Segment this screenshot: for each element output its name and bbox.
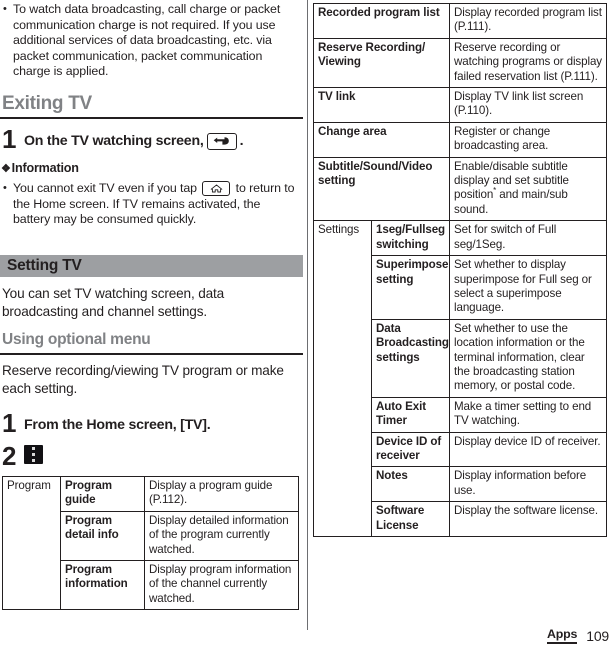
setting-tv-paragraph: You can set TV watching screen, data bro…: [2, 286, 225, 319]
using-optional-menu-paragraph: Reserve recording/viewing TV program or …: [2, 363, 284, 396]
information-label: Information: [11, 161, 79, 175]
table-cell-description: Display information before use.: [449, 466, 607, 503]
table-cell-category: Program: [2, 475, 61, 611]
footer-page-number: 109: [586, 628, 609, 644]
footer-chapter-label: Apps: [547, 627, 577, 644]
setting-tv-banner: Setting TV: [0, 255, 303, 277]
information-bullet-item: You cannot exit TV even if you tap to re…: [2, 181, 298, 228]
table-cell-option: 1seg/Fullseg switching: [371, 220, 450, 257]
table-row: Program Program guide Display a program …: [2, 475, 299, 611]
table-cell-description: Display the software license.: [449, 501, 607, 537]
manual-page: To watch data broadcasting, call charge …: [0, 0, 609, 648]
overflow-dot: [32, 447, 35, 451]
table-row: Settings 1seg/Fullseg switching Set for …: [313, 220, 607, 537]
setting-tv-step-2: 2: [2, 443, 302, 469]
home-icon[interactable]: [202, 181, 231, 197]
table-cell-description: Reserve recording or watching programs o…: [449, 37, 607, 89]
page-footer: Apps 109: [547, 627, 609, 644]
overflow-dot: [32, 453, 35, 456]
table-cell-description: Set for switch of Full seg/1Seg.: [449, 220, 607, 257]
table-cell-option: Auto Exit Timer: [371, 396, 450, 433]
table-cell-description: Display recorded program list (P.111).: [449, 3, 607, 39]
step-text-after: .: [239, 133, 244, 149]
intro-bullet-item: To watch data broadcasting, call charge …: [2, 2, 297, 80]
using-optional-menu-heading: Using optional menu: [2, 331, 151, 348]
table-cell-description: Enable/disable subtitle display and set …: [449, 156, 607, 222]
exiting-tv-heading: Exiting TV: [2, 93, 92, 114]
table-cell-option: Notes: [371, 466, 450, 503]
table-cell-description: Set whether to display superimpose for F…: [449, 255, 607, 320]
step-number: 1: [2, 124, 16, 154]
table-cell-description: Display TV link list screen (P.110).: [449, 87, 607, 123]
table-cell-option: Superimpose setting: [371, 255, 450, 320]
table-row: Change area Register or change broadcast…: [313, 121, 607, 158]
table-cell-description: Set whether to use the location informat…: [449, 318, 607, 398]
table-cell-description: Display a program guide (P.112).: [144, 476, 299, 512]
table-cell-option: Recorded program list: [313, 3, 450, 39]
left-options-table: Program Program guide Display a program …: [2, 475, 299, 611]
table-cell-option: Subtitle/Sound/Video setting: [313, 156, 450, 222]
table-cell-description: Display detailed information of the prog…: [144, 510, 299, 562]
table-cell-option: Program detail info: [60, 510, 145, 562]
left-column: To watch data broadcasting, call charge …: [0, 0, 305, 648]
table-cell-option: Data Broadcasting settings: [371, 318, 450, 398]
table-cell-option: Change area: [313, 121, 450, 158]
diamond-icon: ❖: [1, 162, 11, 175]
setting-tv-step-1: 1 From the Home screen, [TV].: [2, 410, 302, 436]
table-cell-option: Program guide: [60, 476, 145, 512]
table-cell-category: Settings: [313, 220, 372, 537]
table-cell-description: Display device ID of receiver.: [449, 431, 607, 468]
table-cell-option: Device ID of receiver: [371, 431, 450, 468]
table-row: Subtitle/Sound/Video setting Enable/disa…: [313, 156, 607, 222]
table-row: TV link Display TV link list screen (P.1…: [313, 87, 607, 123]
table-cell-option: TV link: [313, 87, 450, 123]
overflow-menu-icon[interactable]: [24, 445, 43, 464]
information-heading: ❖ Information: [1, 161, 79, 175]
table-cell-description: Display program information of the chann…: [144, 560, 299, 611]
setting-tv-banner-title: Setting TV: [7, 257, 82, 274]
table-row: Reserve Recording/ Viewing Reserve recor…: [313, 37, 607, 89]
back-arrow-icon[interactable]: [206, 132, 237, 150]
right-options-table: Recorded program list Display recorded p…: [313, 3, 607, 537]
table-cell-description: Make a timer setting to end TV watching.: [449, 396, 607, 433]
step-number: 2: [2, 441, 16, 471]
table-cell-option: Software License: [371, 501, 450, 537]
information-bullet-list: You cannot exit TV even if you tap to re…: [2, 181, 298, 228]
table-cell-description: Register or change broadcasting area.: [449, 121, 607, 158]
exiting-tv-step-1: 1 On the TV watching screen, .: [2, 126, 302, 152]
step-instruction: On the TV watching screen, .: [24, 126, 243, 151]
step-instruction: From the Home screen, [TV].: [24, 417, 211, 433]
intro-bullet-list: To watch data broadcasting, call charge …: [2, 2, 297, 80]
information-text-before: You cannot exit TV even if you tap: [13, 181, 197, 195]
table-row: Recorded program list Display recorded p…: [313, 3, 607, 39]
exiting-tv-heading-block: Exiting TV: [2, 93, 302, 115]
overflow-dot: [32, 458, 35, 462]
column-divider: [307, 0, 308, 630]
overflow-dots: [32, 446, 35, 463]
table-cell-option: Reserve Recording/ Viewing: [313, 37, 450, 89]
using-optional-menu-rule: [0, 353, 303, 355]
step-text-before: On the TV watching screen,: [24, 133, 204, 149]
exiting-tv-rule: [0, 117, 303, 119]
step-number: 1: [2, 408, 16, 438]
right-column: Recorded program list Display recorded p…: [313, 0, 609, 648]
table-cell-option: Program information: [60, 560, 145, 611]
left-options-table-wrapper: Program Program guide Display a program …: [2, 475, 299, 611]
right-options-table-wrapper: Recorded program list Display recorded p…: [313, 3, 607, 537]
step-instruction: [24, 443, 43, 464]
